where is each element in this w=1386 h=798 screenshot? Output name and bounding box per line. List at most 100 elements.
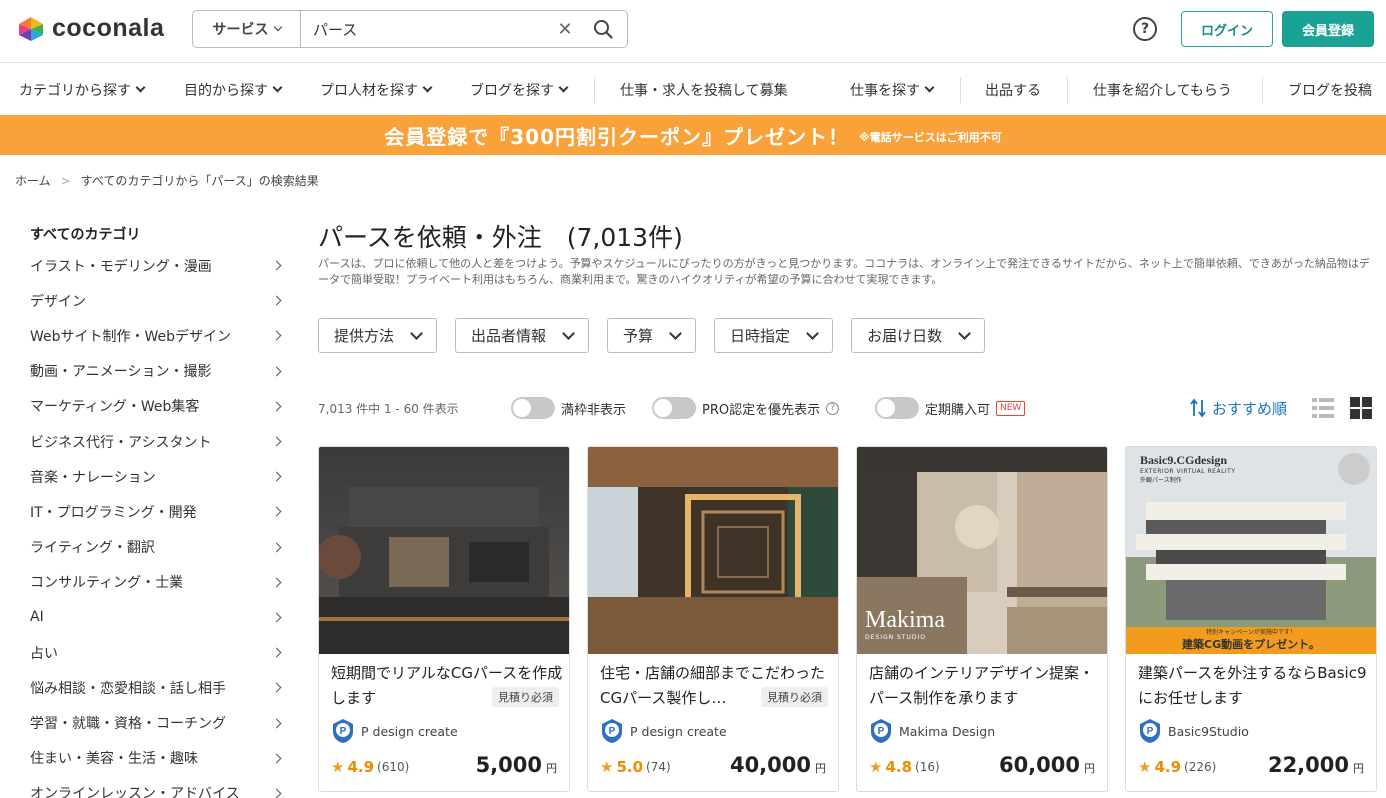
service-thumbnail[interactable]: Basic9.CGdesign EXTERIOR VIRTUAL REALITY…: [1126, 447, 1376, 654]
price-unit: 円: [546, 762, 557, 775]
toggle-subscription[interactable]: 定期購入可 NEW: [875, 397, 1026, 419]
price: 40,000 円: [730, 753, 826, 777]
service-card[interactable]: Makima DESIGN STUDIO 店舗のインテリアデザイン提案・パース制…: [856, 446, 1108, 792]
toggle-hide-full[interactable]: 満枠非表示: [511, 397, 626, 419]
logo[interactable]: coconala: [18, 14, 164, 43]
price-unit: 円: [1353, 762, 1364, 775]
sidebar-category-item[interactable]: コンサルティング・士業: [30, 565, 286, 600]
toggle-switch[interactable]: [875, 397, 919, 419]
service-thumbnail[interactable]: [588, 447, 838, 654]
search-bar: サービス ✕: [192, 10, 628, 48]
service-grid: 短期間でリアルなCGパースを作成します 見積り必須 P P design cre…: [318, 446, 1377, 792]
search-category-select[interactable]: サービス: [193, 11, 301, 47]
service-card[interactable]: 短期間でリアルなCGパースを作成します 見積り必須 P P design cre…: [318, 446, 570, 792]
search-button[interactable]: [579, 19, 627, 39]
toggle-switch[interactable]: [511, 397, 555, 419]
chevron-right-icon: [271, 612, 282, 623]
sidebar-category-item[interactable]: 動画・アニメーション・撮影: [30, 354, 286, 389]
sidebar-category-item[interactable]: マーケティング・Web集客: [30, 389, 286, 424]
price: 60,000 円: [999, 753, 1095, 777]
sort-select[interactable]: おすすめ順: [1190, 398, 1287, 419]
page-title: パースを依頼・外注 (7,013件): [318, 223, 683, 252]
price-value: 40,000: [729, 753, 811, 777]
price-unit: 円: [1084, 762, 1095, 775]
service-title[interactable]: 建築パースを外注するならBasic9にお任せします: [1138, 661, 1370, 711]
sidebar-category-item[interactable]: オンラインレッスン・アドバイス: [30, 776, 286, 798]
filter-label: 出品者情報: [471, 327, 547, 345]
chevron-right-icon: [271, 436, 282, 447]
sidebar-category-label: ライティング・翻訳: [30, 540, 155, 557]
filter-budget[interactable]: 予算: [607, 318, 697, 353]
breadcrumb-home[interactable]: ホーム: [15, 172, 51, 189]
service-thumbnail[interactable]: [319, 447, 569, 654]
nav-sell[interactable]: 出品する: [985, 63, 1041, 116]
login-button[interactable]: ログイン: [1181, 11, 1273, 47]
toggle-switch[interactable]: [652, 397, 696, 419]
filter-datetime[interactable]: 日時指定: [714, 318, 834, 353]
register-button[interactable]: 会員登録: [1282, 11, 1374, 47]
sidebar-category-item[interactable]: 悩み相談・恋愛相談・話し相手: [30, 670, 286, 705]
chevron-right-icon: [271, 471, 282, 482]
nav-category[interactable]: カテゴリから探す: [19, 63, 146, 116]
grid-view-icon[interactable]: [1350, 397, 1372, 419]
sidebar-category-item[interactable]: 学習・就職・資格・コーチング: [30, 705, 286, 740]
nav-post-job[interactable]: 仕事・求人を投稿して募集: [620, 63, 788, 116]
nav-post-blog[interactable]: ブログを投稿: [1288, 63, 1372, 116]
filter-label: お届け日数: [867, 327, 943, 345]
star-icon: ★: [600, 758, 614, 776]
service-card[interactable]: 住宅・店舗の細部までこだわったCGパース製作し… 見積り必須 P P desig…: [587, 446, 839, 792]
image-overlay-text: Makima DESIGN STUDIO: [865, 607, 945, 641]
promo-banner[interactable]: 会員登録で『300円割引クーポン』プレゼント！ ※電話サービスはご利用不可: [0, 115, 1386, 155]
filter-delivery-days[interactable]: お届け日数: [851, 318, 986, 353]
seller-info[interactable]: P P design create: [331, 718, 458, 744]
nav-label: ブログを投稿: [1288, 82, 1372, 99]
toggle-label: PRO認定を優先表示: [702, 402, 821, 418]
nav-pro[interactable]: プロ人材を探す: [320, 63, 433, 116]
chevron-down-icon: [272, 82, 283, 93]
nav-referral[interactable]: 仕事を紹介してもらう: [1093, 63, 1232, 116]
sidebar-category-item[interactable]: IT・プログラミング・開発: [30, 494, 286, 529]
sidebar-category-label: デザイン: [30, 293, 86, 310]
sidebar-category-label: 住まい・美容・生活・趣味: [30, 751, 198, 768]
sidebar-category-item[interactable]: AI: [30, 600, 286, 635]
seller-info[interactable]: P Makima Design: [869, 718, 995, 744]
filter-seller-info[interactable]: 出品者情報: [455, 318, 590, 353]
seller-info[interactable]: P Basic9Studio: [1138, 718, 1249, 744]
question-icon[interactable]: ?: [826, 401, 840, 415]
list-view-icon[interactable]: [1312, 397, 1334, 419]
service-title[interactable]: 店舗のインテリアデザイン提案・パース制作を承ります: [869, 661, 1101, 711]
nav-label: 仕事・求人を投稿して募集: [620, 82, 788, 99]
rating: ★ 5.0 (74): [600, 758, 671, 776]
sidebar-category-item[interactable]: イラスト・モデリング・漫画: [30, 248, 286, 283]
star-icon: ★: [869, 758, 883, 776]
sidebar-category-item[interactable]: Webサイト制作・Webデザイン: [30, 318, 286, 353]
service-card[interactable]: Basic9.CGdesign EXTERIOR VIRTUAL REALITY…: [1125, 446, 1377, 792]
banner-main-text: 会員登録で『300円割引クーポン』プレゼント！: [384, 124, 850, 149]
sidebar-category-label: 学習・就職・資格・コーチング: [30, 716, 226, 733]
seller-info[interactable]: P P design create: [600, 718, 727, 744]
pro-badge-icon: P: [871, 719, 891, 743]
sidebar-category-item[interactable]: ビジネス代行・アシスタント: [30, 424, 286, 459]
toggle-pro-priority[interactable]: PRO認定を優先表示 ?: [652, 397, 840, 419]
nav-purpose[interactable]: 目的から探す: [184, 63, 283, 116]
sidebar-category-label: 占い: [30, 645, 58, 662]
sidebar-category-item[interactable]: 住まい・美容・生活・趣味: [30, 741, 286, 776]
sidebar-category-item[interactable]: デザイン: [30, 283, 286, 318]
results-toolbar: 7,013 件中 1 - 60 件表示 満枠非表示 PRO認定を優先表示 ? 定…: [318, 392, 1378, 424]
chevron-right-icon: [271, 366, 282, 377]
sidebar-category-label: 音楽・ナレーション: [30, 469, 156, 486]
search-input[interactable]: [301, 11, 551, 47]
chevron-down-icon: [806, 326, 819, 340]
sidebar-category-item[interactable]: 音楽・ナレーション: [30, 459, 286, 494]
service-thumbnail[interactable]: Makima DESIGN STUDIO: [857, 447, 1107, 654]
help-icon[interactable]: ?: [1133, 17, 1157, 41]
chevron-right-icon: [271, 682, 282, 693]
clear-icon[interactable]: ✕: [551, 19, 579, 40]
sidebar-heading[interactable]: すべてのカテゴリ: [30, 220, 286, 248]
filter-delivery-method[interactable]: 提供方法: [318, 318, 438, 353]
nav-find-job[interactable]: 仕事を探す: [850, 63, 935, 116]
sidebar-category-item[interactable]: ライティング・翻訳: [30, 530, 286, 565]
nav-blog[interactable]: ブログを探す: [470, 63, 569, 116]
sidebar-list: イラスト・モデリング・漫画デザイン Webサイト制作・Webデザイン 動画・アニメー…: [30, 248, 286, 798]
sidebar-category-item[interactable]: 占い: [30, 635, 286, 670]
